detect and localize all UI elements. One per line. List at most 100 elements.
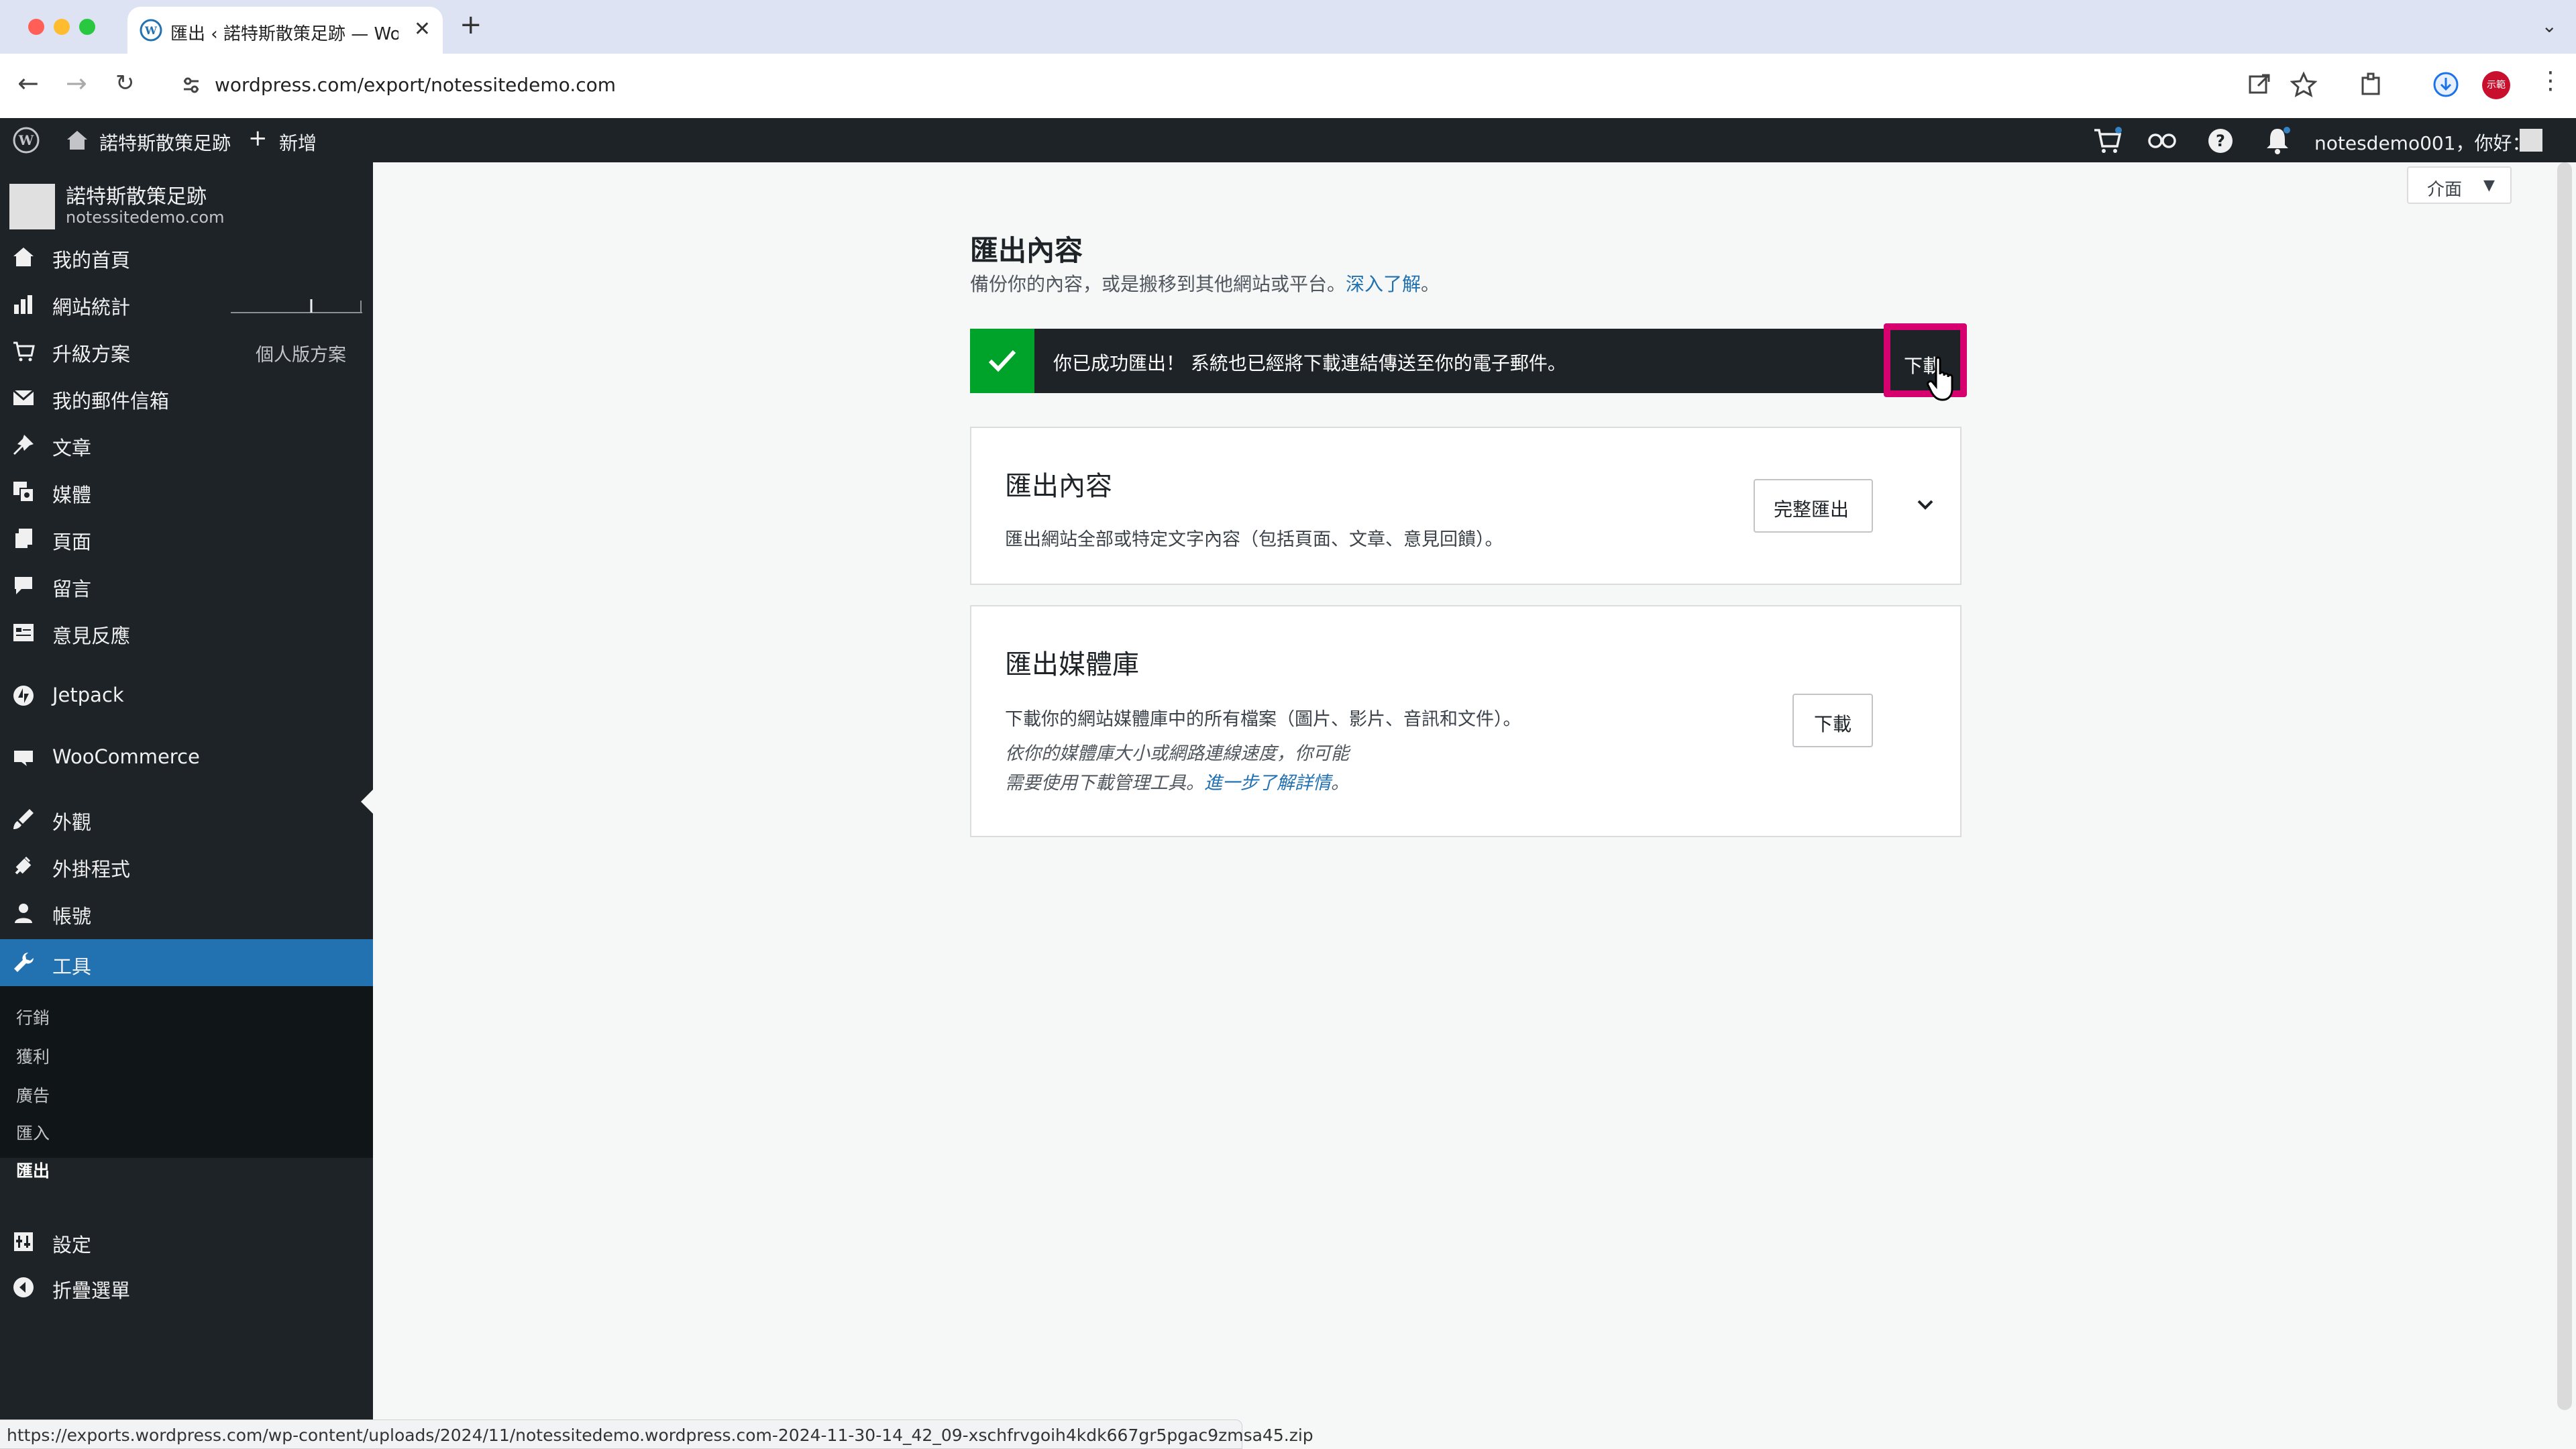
sidebar-item-media[interactable]: 媒體 xyxy=(0,471,373,511)
profile-avatar[interactable]: 示範 xyxy=(2482,71,2510,99)
media-icon xyxy=(13,482,34,502)
export-media-note-line2: 需要使用下載管理工具。 xyxy=(1005,773,1204,794)
svg-text:W: W xyxy=(144,24,158,37)
plan-label: 個人版方案 xyxy=(256,345,346,366)
sidebar-item-plugins[interactable]: 外掛程式 xyxy=(0,845,373,885)
sidebar-item-label: 升級方案 xyxy=(52,343,131,366)
export-media-desc: 下載你的網站媒體庫中的所有檔案（圖片、影片、音訊和文件）。 xyxy=(1005,709,1521,730)
sidebar-item-woocommerce[interactable]: WooCommerce xyxy=(0,737,373,777)
sidebar-item-label: 工具 xyxy=(52,955,92,978)
site-domain: notessitedemo.com xyxy=(66,208,225,227)
submenu-marketing[interactable]: 行銷 xyxy=(16,1005,50,1029)
sidebar-item-label: 頁面 xyxy=(52,531,92,553)
address-bar[interactable]: wordpress.com/export/notessitedemo.com xyxy=(161,63,2294,107)
site-header[interactable]: 諾特斯散策足跡 notessitedemo.com xyxy=(9,172,365,239)
sidebar-item-my-home[interactable]: 我的首頁 xyxy=(0,236,373,276)
sidebar-item-tools[interactable]: 工具 xyxy=(0,939,373,986)
pin-icon xyxy=(13,435,34,455)
brush-icon xyxy=(13,809,34,829)
minimize-window-button[interactable] xyxy=(54,19,70,35)
browser-toolbar: ← → ↻ wordpress.com/export/notessitedemo… xyxy=(0,54,2576,118)
sidebar-item-label: 外掛程式 xyxy=(52,858,131,881)
user-avatar[interactable] xyxy=(2520,129,2542,152)
sidebar-item-jetpack[interactable]: Jetpack xyxy=(0,675,373,715)
view-switcher-button[interactable]: 介面 ▼ xyxy=(2407,166,2512,204)
caret-down-icon: ▼ xyxy=(2483,177,2495,194)
maximize-window-button[interactable] xyxy=(79,19,95,35)
user-icon xyxy=(15,904,32,923)
chevron-down-icon[interactable] xyxy=(1916,496,1935,513)
close-tab-icon[interactable]: ✕ xyxy=(414,17,431,41)
full-export-button[interactable]: 完整匯出 xyxy=(1754,479,1873,533)
settings-icon xyxy=(14,1232,33,1251)
sidebar-item-upgrades[interactable]: 升級方案 個人版方案 xyxy=(0,330,373,370)
export-media-card: 匯出媒體庫 下載你的網站媒體庫中的所有檔案（圖片、影片、音訊和文件）。 依你的媒… xyxy=(970,605,1962,837)
admin-bar-site-name[interactable]: 諾特斯散策足跡 xyxy=(99,129,231,156)
back-icon[interactable]: ← xyxy=(17,68,39,98)
new-tab-icon[interactable]: + xyxy=(460,9,482,40)
status-bar: https://exports.wordpress.com/wp-content… xyxy=(0,1419,1313,1449)
open-in-app-icon[interactable] xyxy=(2246,71,2273,98)
sidebar-item-label: 折疊選單 xyxy=(52,1279,131,1302)
sidebar-item-stats[interactable]: 網站統計 xyxy=(0,283,373,323)
wordpress-logo-icon[interactable]: W xyxy=(12,126,40,154)
sidebar-item-label: 文章 xyxy=(52,437,92,460)
sidebar-item-posts[interactable]: 文章 xyxy=(0,424,373,464)
submenu-ads[interactable]: 廣告 xyxy=(16,1083,50,1107)
page-title: 匯出內容 xyxy=(970,234,1083,267)
sidebar-item-appearance[interactable]: 外觀 xyxy=(0,798,373,839)
sidebar-item-label: Jetpack xyxy=(52,684,124,706)
sidebar-item-pages[interactable]: 頁面 xyxy=(0,518,373,558)
page-scrollbar[interactable] xyxy=(2557,162,2572,1410)
browser-tab[interactable]: W 匯出 ‹ 諾特斯散策足跡 — Word ✕ xyxy=(127,7,443,54)
sidebar-item-comments[interactable]: 留言 xyxy=(0,565,373,605)
sidebar-item-settings[interactable]: 設定 xyxy=(0,1221,373,1261)
plus-icon: + xyxy=(248,125,268,152)
bookmark-star-icon[interactable] xyxy=(2290,71,2317,98)
tab-search-icon[interactable]: ⌄ xyxy=(2542,15,2557,37)
learn-more-details-link[interactable]: 進一步了解詳情 xyxy=(1204,773,1331,794)
sidebar-item-feedback[interactable]: 意見反應 xyxy=(0,612,373,652)
close-window-button[interactable] xyxy=(28,19,44,35)
page-subtitle-text: 備份你的內容，或是搬移到其他網站或平台。 xyxy=(970,273,1346,295)
browser-menu-icon[interactable]: ⋮ xyxy=(2538,67,2563,95)
collapse-icon xyxy=(13,1277,34,1297)
wordpress-icon: W xyxy=(140,19,162,42)
export-media-note: 依你的媒體庫大小或網路連線速度，你可能 需要使用下載管理工具。進一步了解詳情。 xyxy=(1005,739,1349,798)
admin-bar-greeting[interactable]: notesdemo001，你好： xyxy=(2314,129,2531,156)
cart-icon xyxy=(13,341,35,362)
extensions-icon[interactable] xyxy=(2359,71,2385,98)
admin-bar-new[interactable]: 新增 xyxy=(279,129,317,156)
sidebar-item-mailboxes[interactable]: 我的郵件信箱 xyxy=(0,377,373,417)
download-icon[interactable] xyxy=(2432,71,2459,98)
export-content-card: 匯出內容 匯出網站全部或特定文字內容（包括頁面、文章、意見回饋）。 完整匯出 xyxy=(970,427,1962,585)
export-media-note-end: 。 xyxy=(1331,773,1349,794)
sidebar-item-label: 我的首頁 xyxy=(52,249,131,272)
site-icon xyxy=(9,184,55,229)
notice-message: 你已成功匯出！ 系統也已經將下載連結傳送至你的電子郵件。 xyxy=(1053,352,1566,374)
sidebar: 諾特斯散策足跡 notessitedemo.com 我的首頁 網站統計 升級方案… xyxy=(0,162,373,1449)
full-export-label: 完整匯出 xyxy=(1774,498,1849,521)
mail-icon xyxy=(13,389,34,405)
browser-tab-bar: W 匯出 ‹ 諾特斯散策足跡 — Word ✕ + ⌄ xyxy=(0,0,2576,54)
reader-icon[interactable] xyxy=(2147,126,2178,156)
comment-icon xyxy=(15,577,32,594)
notifications-icon[interactable] xyxy=(2262,125,2293,156)
cart-icon[interactable] xyxy=(2093,126,2123,156)
home-icon xyxy=(67,131,87,150)
learn-more-link[interactable]: 深入了解 xyxy=(1346,273,1421,295)
active-indicator xyxy=(361,790,373,814)
export-content-title: 匯出內容 xyxy=(1005,471,1112,502)
submenu-export[interactable]: 匯出 xyxy=(16,1158,50,1182)
forward-icon[interactable]: → xyxy=(66,68,87,98)
submenu-monetize[interactable]: 獲利 xyxy=(16,1044,50,1068)
submenu-import[interactable]: 匯入 xyxy=(16,1120,50,1144)
reload-icon[interactable]: ↻ xyxy=(115,70,135,97)
sidebar-item-users[interactable]: 帳號 xyxy=(0,892,373,932)
media-download-button[interactable]: 下載 xyxy=(1792,694,1873,747)
help-icon[interactable]: ? xyxy=(2206,126,2235,156)
stats-sparkline xyxy=(231,299,362,313)
sidebar-item-collapse[interactable]: 折疊選單 xyxy=(0,1267,373,1307)
site-info-icon[interactable] xyxy=(180,74,203,97)
sidebar-item-label: 媒體 xyxy=(52,484,92,506)
